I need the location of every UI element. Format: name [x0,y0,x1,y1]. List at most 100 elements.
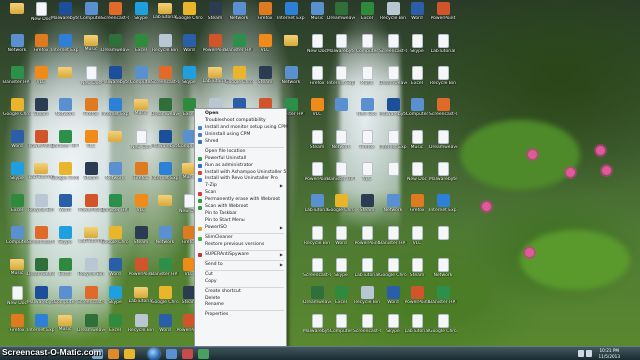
context-menu-item[interactable]: PowerISO ▶ [195,225,286,232]
context-menu-item[interactable]: Copy [195,279,286,286]
desktop-icon[interactable]: Dreamweaver [101,34,129,64]
desktop-icon[interactable]: New Doc [406,162,428,192]
desktop-icon[interactable]: New Doc [30,2,52,32]
desktop-icon[interactable]: Word [6,130,28,160]
desktop-icon[interactable]: PowerPoint [129,258,153,288]
desktop-icon[interactable] [6,2,28,32]
start-button[interactable] [148,348,160,360]
desktop-icon[interactable]: VLC [254,34,276,64]
desktop-icon[interactable]: Google Chrome [175,2,203,32]
desktop-icon[interactable]: Screencast-O-Matic [429,98,457,128]
desktop-icon[interactable]: Screencast-O-Matic [353,314,381,344]
desktop-icon[interactable]: Screencast-O-Matic [151,66,179,96]
desktop-icon[interactable]: PowerPoint [305,162,329,192]
desktop-icon[interactable]: Google Chrome [101,226,129,256]
desktop-icon[interactable]: Internet Explorer [429,194,457,224]
desktop-icon[interactable] [382,162,404,192]
desktop-icon[interactable]: PowerPoint [355,226,379,256]
desktop-icon[interactable]: Computer [80,2,102,32]
desktop-icon[interactable]: Recycle Bin [354,286,380,316]
desktop-icon[interactable]: Banister HP Fan Paper [51,130,79,160]
desktop-icon[interactable]: Firefox [406,194,428,224]
desktop-icon[interactable]: Banister HP Fan Paper [379,226,407,256]
desktop-icon[interactable]: Internet Explorer [379,130,407,160]
desktop-icon[interactable]: LabTutorial [405,314,429,344]
desktop-icon[interactable]: Google Chrome [151,286,179,316]
context-menu-item[interactable]: Restore previous versions [195,242,286,249]
desktop-icon[interactable]: Dreamweaver [379,66,407,96]
desktop-icon[interactable]: Computer [6,226,28,256]
desktop-icon[interactable]: Screencast-O-Matic [27,226,55,256]
desktop-icon[interactable]: Network [6,34,28,64]
desktop-icon[interactable]: Music [80,34,102,64]
desktop-icon[interactable]: Internet Explorer [151,162,179,192]
desktop-icon[interactable]: Recycle Bin [430,66,456,96]
desktop-icon[interactable]: Word [104,258,126,288]
desktop-icon[interactable]: Steam [80,162,102,192]
desktop-icon[interactable]: Firefox [130,162,152,192]
desktop-icon[interactable]: Internet Explorer [27,314,55,344]
desktop-icon[interactable]: Malwarebytes [379,98,407,128]
desktop-icon[interactable]: Firefox [80,98,102,128]
desktop-icon[interactable]: Computer [330,314,352,344]
desktop-icon[interactable]: LabTutorial [431,34,455,64]
desktop-icon[interactable]: Malwarebytes [51,2,79,32]
desktop-icon[interactable]: LabTutorial [29,162,53,192]
desktop-icon[interactable]: Skype [178,66,200,96]
desktop-icon[interactable]: Malwarebytes [327,34,355,64]
desktop-icon[interactable]: Google Chrome [225,66,253,96]
desktop-icon[interactable]: New Doc [130,130,152,160]
desktop-icon[interactable]: Screencast-O-Matic [379,34,407,64]
desktop-icon[interactable]: Word [178,34,200,64]
desktop-icon[interactable]: Word [54,194,76,224]
context-menu-item[interactable]: Run as administrator [195,163,286,170]
desktop-icon[interactable]: Music [54,314,76,344]
desktop-icon[interactable]: Recycle Bin [304,226,330,256]
desktop-icon[interactable]: Skype [104,286,126,316]
tray-network-icon[interactable] [578,350,584,357]
desktop-icon[interactable]: Google Chrome [429,314,457,344]
desktop-icon[interactable]: PowerPoint [79,194,103,224]
desktop-icon[interactable]: Network [330,130,352,160]
desktop-icon[interactable]: VLC [130,194,152,224]
context-menu-item[interactable]: Shred [195,139,286,146]
desktop-icon[interactable]: Firefox [30,34,52,64]
desktop-icon[interactable]: Dreamweaver [77,314,105,344]
desktop-icon[interactable]: Malwarebytes [151,130,179,160]
context-menu-item[interactable]: Open file location [195,149,286,156]
desktop-icon[interactable]: New Doc [306,34,328,64]
context-menu-item[interactable]: Pin to Start Menu [195,218,286,225]
desktop-icon[interactable]: Recycle Bin [28,194,54,224]
desktop-icon[interactable]: Internet Explorer [101,98,129,128]
desktop-icon[interactable]: Dreamweaver [327,2,355,32]
desktop-icon[interactable]: Internet Explorer [51,34,79,64]
desktop-icon[interactable]: Skype [382,314,404,344]
context-menu-item[interactable]: Troubleshoot compatibility [195,118,286,125]
desktop-icon[interactable]: Network [104,162,126,192]
desktop-icon[interactable]: Music [306,2,328,32]
desktop-icon[interactable]: VLC [306,98,328,128]
desktop-icon[interactable]: Recycle Bin [78,258,104,288]
desktop-icon[interactable]: Excel [104,314,126,344]
desktop-icon[interactable]: Skype [54,226,76,256]
desktop-icon[interactable]: Steam [204,2,226,32]
desktop-icon[interactable]: Internet Explorer [277,2,305,32]
desktop-icon[interactable]: Google Chrome [327,194,355,224]
desktop-icon[interactable]: LabTutorial [305,194,329,224]
context-menu-item[interactable]: Powerful Uninstall [195,156,286,163]
desktop-icon[interactable]: Computer [406,98,428,128]
context-menu-item[interactable]: Rename [195,302,286,309]
desktop-icon[interactable]: LabTutorial [203,66,227,96]
desktop-icon[interactable]: Firefox [254,2,276,32]
desktop-icon[interactable]: New Doc [6,286,28,316]
desktop-icon[interactable] [280,34,302,64]
desktop-icon[interactable]: Skype [6,162,28,192]
taskbar-app-button[interactable] [182,349,193,359]
desktop-icon[interactable]: Banister HP Fan Paper [151,258,179,288]
desktop-icon[interactable]: LabTutorial [355,258,379,288]
desktop-icon[interactable]: Network [54,98,76,128]
context-menu-item[interactable]: Properties [195,312,286,319]
desktop-icon[interactable]: Excel [406,66,428,96]
desktop-icon[interactable]: VLC [406,226,428,256]
desktop-icon[interactable]: Banister HP Fan Paper [327,162,355,192]
